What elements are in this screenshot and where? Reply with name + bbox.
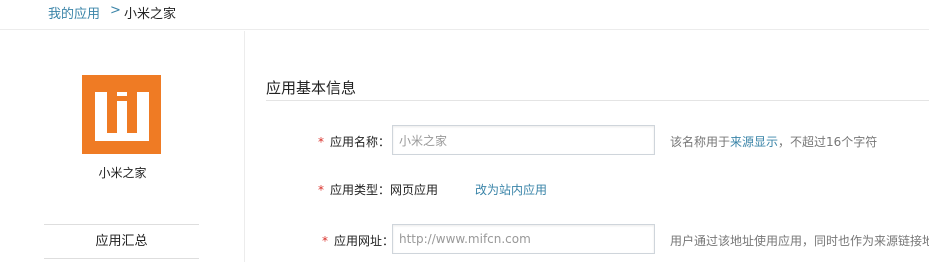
breadcrumb-my-apps-link[interactable]: 我的应用: [48, 3, 100, 22]
app-name-label-text: 应用名称：: [330, 135, 391, 149]
breadcrumb-current: 小米之家: [124, 7, 177, 22]
main-content: 应用基本信息 *应用名称： 该名称用于来源显示，不超过16个字符 *应用类型： …: [246, 31, 929, 262]
app-url-hint: 用户通过该地址使用应用，同时也作为来源链接地址: [670, 234, 929, 248]
sidebar: 小米之家 应用汇总: [0, 31, 245, 262]
required-mark: *: [318, 135, 324, 149]
app-url-field-label: * 应用网址：: [322, 232, 394, 249]
breadcrumb: 我的应用 > 小米之家: [0, 0, 929, 30]
app-name-hint-suffix: ，不超过16个字符: [778, 135, 878, 149]
required-mark: *: [322, 234, 328, 248]
app-name-label: 小米之家: [98, 166, 147, 180]
app-name-hint-prefix: 该名称用于: [670, 135, 731, 149]
sidebar-item-app-summary[interactable]: 应用汇总: [44, 225, 199, 259]
app-name-hint: 该名称用于来源显示，不超过16个字符: [670, 133, 877, 150]
required-mark: *: [318, 183, 324, 197]
section-title: 应用基本信息: [266, 79, 357, 97]
app-type-value: 网页应用: [390, 183, 439, 197]
app-name-field-label: * 应用名称：: [318, 133, 390, 150]
breadcrumb-separator: >: [110, 3, 121, 18]
app-type-field-label: * 应用类型：: [318, 181, 390, 198]
source-display-link[interactable]: 来源显示: [730, 135, 778, 149]
app-url-label-text: 应用网址：: [334, 234, 395, 248]
app-url-input[interactable]: [392, 224, 655, 254]
mi-logo-icon: [82, 75, 161, 154]
section-divider: [266, 100, 929, 101]
app-type-label-text: 应用类型：: [330, 183, 391, 197]
app-name-input[interactable]: [392, 125, 655, 155]
change-to-internal-app-link[interactable]: 改为站内应用: [475, 181, 547, 198]
